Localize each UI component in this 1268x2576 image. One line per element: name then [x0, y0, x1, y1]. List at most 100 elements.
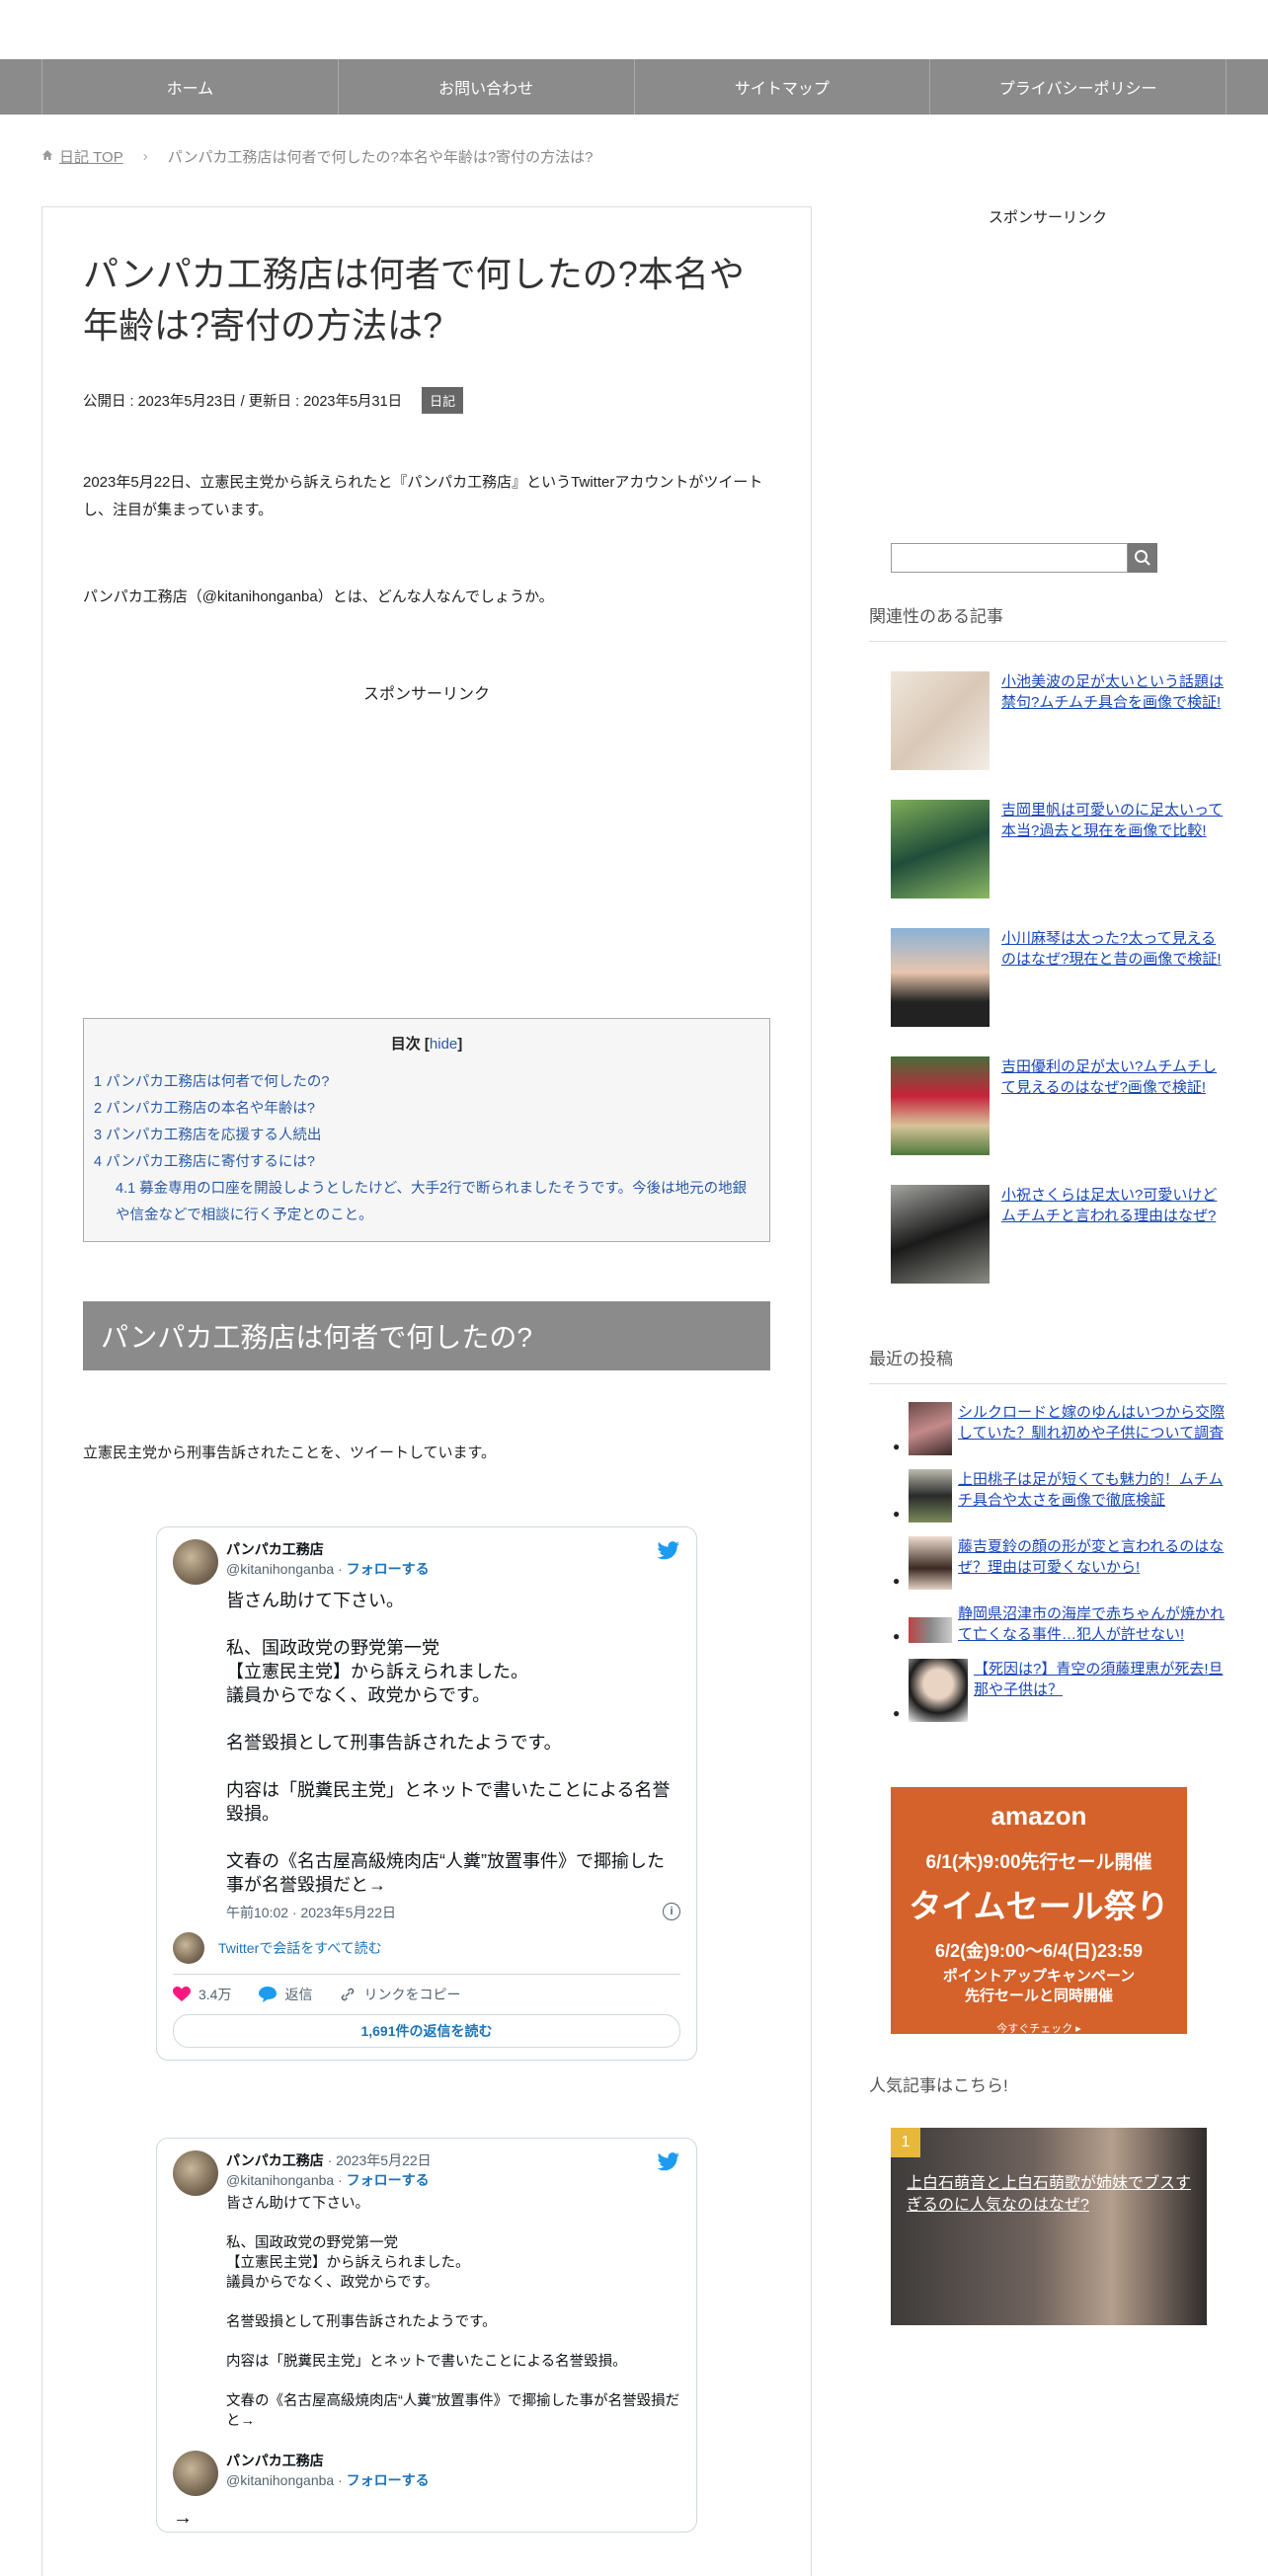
related-link[interactable]: 小川麻琴は太った?太って見えるのはなぜ?現在と昔の画像で検証!	[1001, 928, 1227, 1027]
post-meta: 公開日 : 2023年5月23日 / 更新日 : 2023年5月31日 日記	[83, 387, 770, 414]
list-item: ● シルクロードと嫁のゆんはいつから交際していた？馴れ初めや子供について調査	[893, 1402, 1227, 1455]
list-item: ● 藤吉夏鈴の顔の形が変と言われるのはなぜ？理由は可愛くないから!	[893, 1536, 1227, 1590]
tweet-author-handle[interactable]: @kitanihonganba ·	[226, 2172, 347, 2188]
rank-badge: 1	[891, 2128, 920, 2157]
recent-thumbnail[interactable]	[909, 1469, 952, 1522]
avatar[interactable]	[173, 2451, 218, 2496]
copy-link-button[interactable]: リンクをコピー	[340, 1985, 460, 2004]
tweet-author-name[interactable]: パンパカ工務店	[226, 1539, 430, 1559]
like-button[interactable]: 3.4万	[173, 1985, 231, 2004]
list-item: ● 【死因は?】青空の須藤理恵が死去!旦那や子供は？	[893, 1659, 1227, 1722]
related-item: 小祝さくらは足太い?可愛いけどムチムチと言われる理由はなぜ?	[891, 1185, 1227, 1284]
amazon-banner[interactable]: amazon 6/1(木)9:00先行セール開催 タイムセール祭り 6/2(金)…	[891, 1787, 1187, 2035]
amazon-presale: 6/1(木)9:00先行セール開催	[925, 1852, 1152, 1873]
related-link[interactable]: 小池美波の足が太いという話題は禁句?ムチムチ具合を画像で検証!	[1001, 671, 1227, 770]
category-badge[interactable]: 日記	[422, 387, 464, 414]
recent-link[interactable]: シルクロードと嫁のゆんはいつから交際していた？馴れ初めや子供について調査	[958, 1402, 1227, 1444]
read-replies-button[interactable]: 1,691件の返信を読む	[173, 2014, 680, 2048]
recent-thumbnail[interactable]	[909, 1617, 952, 1643]
toc-item-4-1[interactable]: 4.1 募金専用の口座を開設しようとしたけど、大手2行で断られましたそうです。今…	[94, 1176, 759, 1229]
toc-item-2[interactable]: 2 パンパカ工務店の本名や年齢は?	[94, 1096, 759, 1123]
recent-thumbnail[interactable]	[909, 1402, 952, 1455]
tweet-date[interactable]: · 2023年5月22日	[324, 2152, 432, 2168]
avatar[interactable]	[173, 1539, 218, 1585]
twitter-bird-icon[interactable]	[657, 2152, 680, 2172]
tweet-line: 文春の《名古屋高級焼肉店“人糞”放置事件》で揶揄した事が名誉毀損だと→	[226, 2393, 680, 2429]
nav-sitemap[interactable]: サイトマップ	[633, 59, 930, 115]
section-paragraph: 立憲民主党から刑事告訴されたことを、ツイートしています。	[83, 1444, 497, 1461]
breadcrumb-home-link[interactable]: 日記 TOP	[59, 146, 123, 167]
related-link[interactable]: 小祝さくらは足太い?可愛いけどムチムチと言われる理由はなぜ?	[1001, 1185, 1227, 1284]
tweet-header: パンパカ工務店 · 2023年5月22日 @kitanihonganba · フ…	[173, 2150, 680, 2196]
global-nav: ホーム お問い合わせ サイトマップ プライバシーポリシー	[0, 59, 1268, 115]
sponsor-label: スポンサーリンク	[362, 686, 490, 703]
recent-link[interactable]: 【死因は?】青空の須藤理恵が死去!旦那や子供は？	[974, 1659, 1227, 1700]
recent-thumbnail[interactable]	[909, 1536, 952, 1590]
related-thumbnail[interactable]	[891, 671, 990, 770]
follow-link[interactable]: フォローする	[347, 2172, 430, 2188]
related-link[interactable]: 吉岡里帆は可愛いのに足太いって本当?過去と現在を画像で比較!	[1001, 800, 1227, 898]
tweet-author-name[interactable]: パンパカ工務店	[226, 2152, 324, 2168]
search-icon	[1135, 550, 1150, 566]
related-thumbnail[interactable]	[891, 800, 990, 898]
popular-article-card[interactable]: 1 上白石萌音と上白石萌歌が姉妹でブスすぎるのに人気なのはなぜ?	[891, 2128, 1207, 2325]
tweet-timestamp[interactable]: 午前10:02 · 2023年5月22日	[226, 1903, 396, 1922]
amazon-points: ポイントアップキャンペーン	[942, 1968, 1136, 1985]
breadcrumb: 日記 TOP › パンパカ工務店は何者で何したの?本名や年齢は?寄付の方法は?	[41, 146, 594, 167]
tweet-line: 皆さん助けて下さい。	[226, 2196, 369, 2212]
home-icon	[41, 148, 53, 165]
embedded-tweet-2: パンパカ工務店 · 2023年5月22日 @kitanihonganba · フ…	[156, 2138, 697, 2533]
recent-link[interactable]: 上田桃子は足が短くても魅力的！ムチムチ具合や太さを画像で徹底検証	[958, 1469, 1227, 1511]
quoted-tweet-body: → 日曜日の朝方、名古屋の自宅に警視庁から5、6人の刑事	[173, 2507, 193, 2529]
tweet-line: 名誉毀損として刑事告訴されたようです。	[226, 2314, 497, 2330]
quoted-tweet-header: パンパカ工務店 @kitanihonganba · フォローする	[173, 2451, 680, 2496]
search-input[interactable]	[891, 543, 1128, 573]
nav-home[interactable]: ホーム	[41, 59, 338, 115]
twitter-bird-icon[interactable]	[657, 1541, 680, 1561]
quoted-author-handle[interactable]: @kitanihonganba ·	[226, 2472, 347, 2488]
sponsor-label: スポンサーリンク	[988, 209, 1107, 226]
intro-paragraph: 2023年5月22日、立憲民主党から訴えられたと『パンパカ工務店』というTwit…	[83, 474, 763, 518]
related-thumbnail[interactable]	[891, 1185, 990, 1284]
related-item: 小池美波の足が太いという話題は禁句?ムチムチ具合を画像で検証!	[891, 671, 1227, 770]
tweet-line: 皆さん助けて下さい。	[226, 1591, 404, 1610]
recent-thumbnail[interactable]	[909, 1659, 968, 1722]
article-main: パンパカ工務店は何者で何したの?本名や年齢は?寄付の方法は? 公開日 : 202…	[41, 206, 812, 2576]
tweet-author-handle[interactable]: @kitanihonganba ·	[226, 1561, 347, 1577]
recent-link[interactable]: 藤吉夏鈴の顔の形が変と言われるのはなぜ？理由は可愛くないから!	[958, 1536, 1227, 1578]
follow-link[interactable]: フォローする	[347, 2472, 430, 2488]
toc-item-1[interactable]: 1 パンパカ工務店は何者で何したの?	[94, 1069, 759, 1096]
nav-privacy[interactable]: プライバシーポリシー	[929, 59, 1227, 115]
tweet-line: 内容は「脱糞民主党」とネットで書いたことによる名誉毀損。	[226, 1780, 671, 1824]
related-heading: 関連性のある記事	[869, 602, 1227, 642]
bullet: ●	[893, 1574, 901, 1588]
table-of-contents: 目次 [hide] 1 パンパカ工務店は何者で何したの? 2 パンパカ工務店の本…	[83, 1018, 770, 1242]
amazon-dates: 6/2(金)9:00〜6/4(日)23:59	[934, 1941, 1144, 1961]
tweet-line: 内容は「脱糞民主党」とネットで書いたことによる名誉毀損。	[226, 2354, 627, 2370]
quoted-author-name[interactable]: パンパカ工務店	[226, 2451, 430, 2470]
conversation-link[interactable]: Twitterで会話をすべて読む	[173, 1932, 680, 1975]
related-link[interactable]: 吉田優利の足が太い?ムチムチして見えるのはなぜ?画像で検証!	[1001, 1056, 1227, 1155]
search-button[interactable]	[1128, 543, 1157, 573]
bullet: ●	[893, 1440, 901, 1453]
toc-hide-link[interactable]: hide	[430, 1036, 457, 1053]
toc-item-4[interactable]: 4 パンパカ工務店に寄付するには?	[94, 1149, 759, 1176]
nav-contact[interactable]: お問い合わせ	[337, 59, 634, 115]
conversation-label: Twitterで会話をすべて読む	[218, 1940, 382, 1956]
list-item: ● 上田桃子は足が短くても魅力的！ムチムチ具合や太さを画像で徹底検証	[893, 1469, 1227, 1522]
tweet-actions: 3.4万 返信 リンクをコピー	[173, 1975, 680, 2014]
recent-link[interactable]: 静岡県沼津市の海岸で赤ちゃんが焼かれて亡くなる事件…犯人が許せない!	[958, 1603, 1227, 1645]
chevron-right-icon: ›	[142, 148, 148, 165]
toc-item-3[interactable]: 3 パンパカ工務店を応援する人続出	[94, 1123, 759, 1149]
copy-label: リンクをコピー	[363, 1987, 461, 2002]
related-thumbnail[interactable]	[891, 928, 990, 1027]
tweet-line: 名誉毀損として刑事告訴されたようです。	[226, 1733, 562, 1753]
post-dates: 公開日 : 2023年5月23日 / 更新日 : 2023年5月31日	[83, 394, 403, 410]
related-item: 吉田優利の足が太い?ムチムチして見えるのはなぜ?画像で検証!	[891, 1056, 1227, 1155]
info-icon[interactable]: i	[663, 1903, 680, 1920]
avatar[interactable]	[173, 2150, 218, 2196]
bullet: ●	[893, 1629, 901, 1643]
reply-button[interactable]: 返信	[259, 1985, 312, 2004]
related-thumbnail[interactable]	[891, 1056, 990, 1155]
follow-link[interactable]: フォローする	[347, 1561, 430, 1577]
